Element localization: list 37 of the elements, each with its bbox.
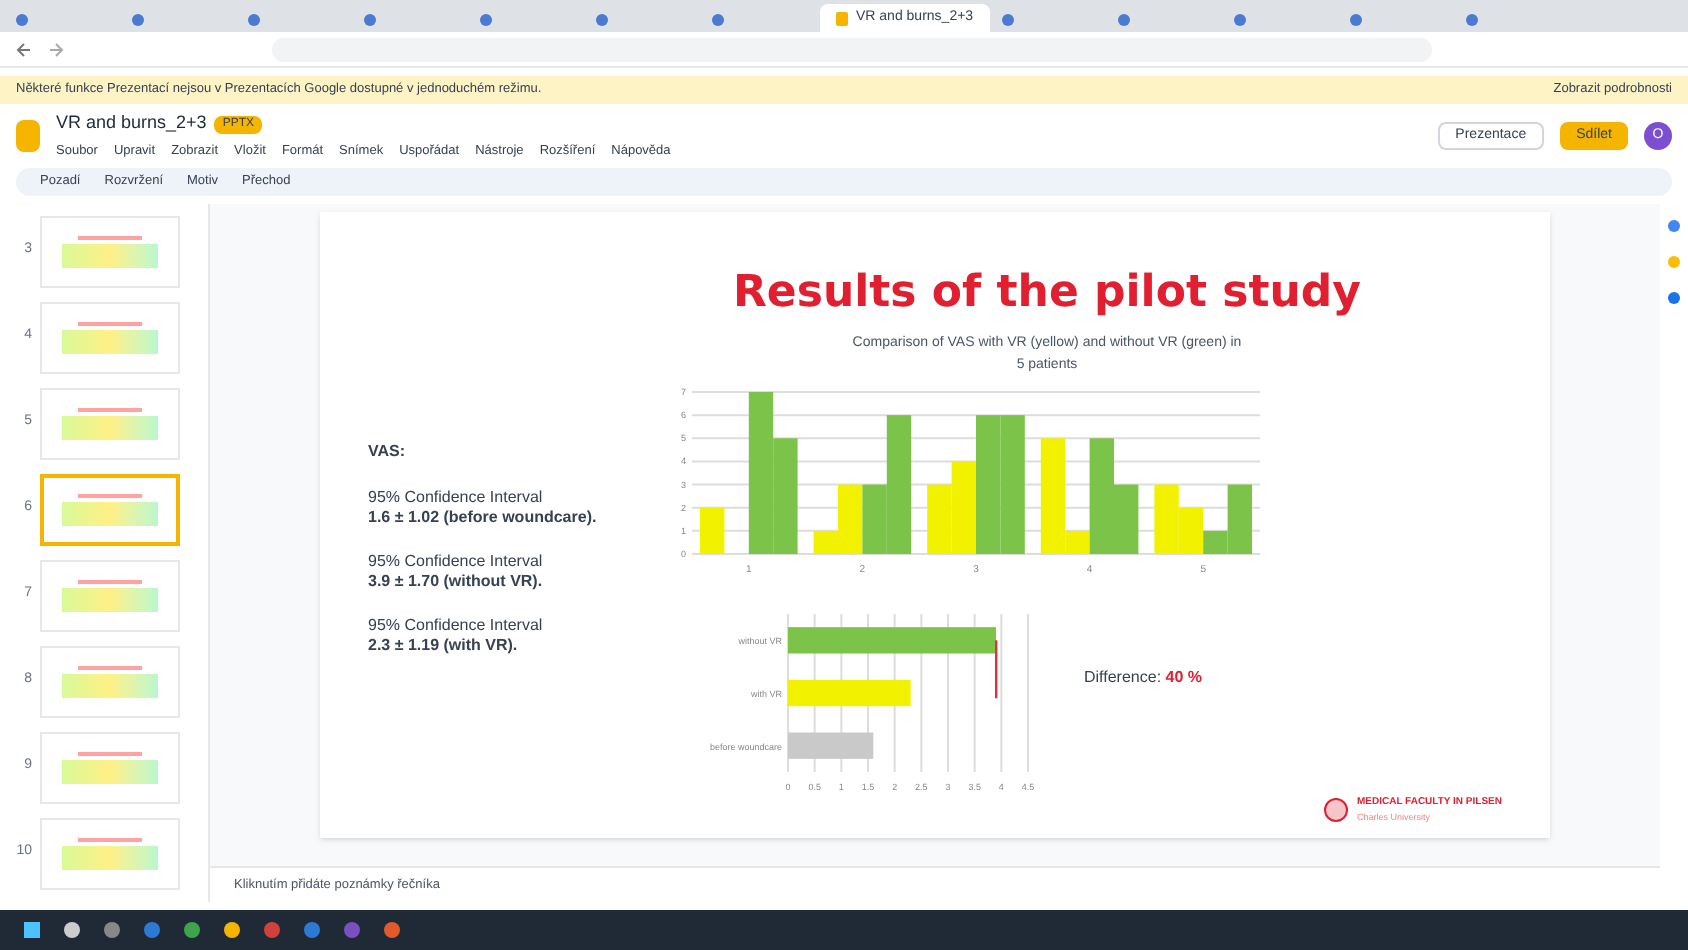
- back-icon[interactable]: [16, 41, 32, 57]
- start-icon[interactable]: [24, 922, 40, 938]
- vas-heading: VAS:: [368, 440, 408, 464]
- taskbar-app-icon[interactable]: [64, 922, 80, 938]
- difference-text: Difference: 40 %: [1084, 665, 1203, 689]
- taskbar-app-icon[interactable]: [184, 922, 200, 938]
- taskbar-app-icon[interactable]: [104, 922, 120, 938]
- taskbar-app-icon[interactable]: [384, 922, 400, 938]
- favicon-icon: [132, 14, 144, 26]
- taskbar-app-icon[interactable]: [224, 922, 240, 938]
- favicon-icon: [596, 14, 608, 26]
- confidence-interval-text: 95% Confidence Interval 3.9 ± 1.70 (without VR).: [368, 552, 545, 592]
- slides-icon: [836, 11, 848, 25]
- favicon-icon: [1117, 14, 1130, 26]
- chart-bar: [788, 732, 874, 759]
- favicon-icon: [364, 14, 376, 26]
- favicon-icon: [248, 14, 260, 26]
- document-title[interactable]: VR and burns_2+3: [56, 110, 207, 138]
- chart-bar: [788, 679, 911, 707]
- slides-logo-icon[interactable]: [16, 120, 40, 152]
- favicon-icon: [1001, 14, 1014, 26]
- slide-title: Results of the pilot study: [732, 266, 1361, 322]
- chart-bar: [700, 507, 725, 554]
- favicon-icon: [1233, 14, 1246, 26]
- slide-thumbnail[interactable]: [40, 474, 180, 546]
- chart-bar: [773, 438, 798, 554]
- favicon-icon: [480, 14, 492, 26]
- chart-bar: [1000, 415, 1025, 554]
- faculty-logo-icon: [1324, 798, 1349, 823]
- confidence-interval-text: 95% Confidence Interval 1.6 ± 1.02 (before woundcare).: [368, 488, 599, 528]
- favicon-icon: [1465, 14, 1478, 26]
- forward-icon[interactable]: [48, 41, 64, 57]
- confidence-interval-text: 95% Confidence Interval 2.3 ± 1.19 (with VR).: [368, 616, 545, 656]
- favicon-icon: [16, 14, 28, 26]
- favicon-icon: [712, 14, 724, 26]
- favicon-icon: [1349, 14, 1362, 26]
- chart-bar: [927, 484, 952, 554]
